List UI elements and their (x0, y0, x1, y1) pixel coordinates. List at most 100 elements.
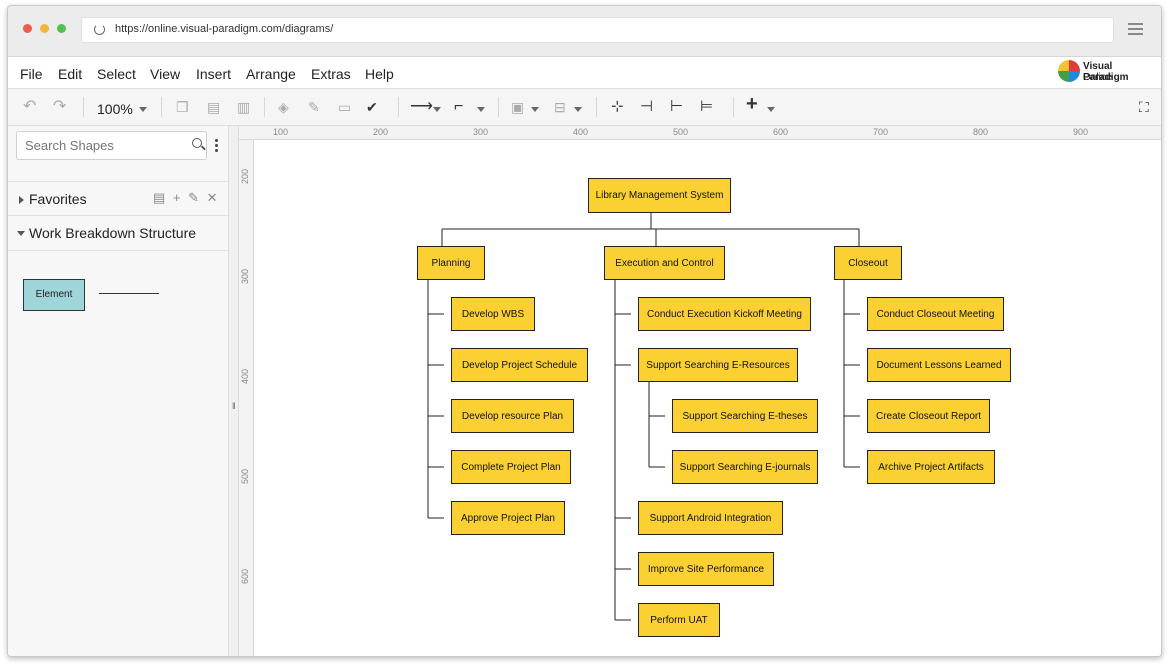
panel-splitter[interactable]: ‖ (229, 126, 239, 656)
menu-insert[interactable]: Insert (196, 66, 231, 82)
menu-edit[interactable]: Edit (58, 66, 82, 82)
edit-icon[interactable]: ✎ (188, 190, 199, 205)
close-window-button[interactable] (23, 24, 32, 33)
minimize-window-button[interactable] (40, 24, 49, 33)
menu-help[interactable]: Help (365, 66, 394, 82)
visual-paradigm-logo: Visual Paradigm Online (1058, 60, 1158, 86)
connector-style-dropdown-icon[interactable] (433, 107, 441, 112)
expand-favorites-icon[interactable] (19, 196, 24, 204)
wbs-node-archive-project-artifacts[interactable]: Archive Project Artifacts (867, 450, 995, 484)
collapse-wbs-icon[interactable] (17, 231, 25, 236)
wbs-node-planning[interactable]: Planning (417, 246, 485, 280)
ruler-label: 300 (473, 127, 489, 137)
spacing-icon[interactable]: ⊨ (700, 98, 713, 116)
wbs-section[interactable]: Work Breakdown Structure (8, 215, 228, 251)
ruler-label: 400 (240, 368, 250, 384)
wbs-node-approve-project-plan[interactable]: Approve Project Plan (451, 501, 565, 535)
copy-icon[interactable]: ❐ (176, 98, 189, 116)
add-icon[interactable]: + (746, 94, 758, 114)
more-options-icon[interactable] (215, 139, 218, 154)
wbs-node-support-android-integration[interactable]: Support Android Integration (638, 501, 783, 535)
toolbar-divider (161, 97, 162, 117)
wbs-node-develop-wbs[interactable]: Develop WBS (451, 297, 535, 331)
ruler-label: 700 (873, 127, 889, 137)
wbs-root-node[interactable]: Library Management System (588, 178, 731, 213)
fullscreen-icon[interactable]: ⛶ (1139, 98, 1149, 116)
toolbar: ↶ ↷ 100% ❐ ▤ ▥ ◈ ✎ ▭ ✔ ⟶ ⌐ ▣ ⊟ ⊹ ⊣ ⊢ ⊨ +… (8, 89, 1161, 126)
redo-icon[interactable]: ↷ (53, 98, 66, 116)
align-dropdown-icon[interactable] (574, 107, 582, 112)
wbs-node-improve-site-performance[interactable]: Improve Site Performance (638, 552, 774, 586)
distribute-vertical-icon[interactable]: ⊢ (670, 98, 683, 116)
ruler-label: 600 (240, 568, 250, 584)
reload-icon[interactable] (94, 24, 105, 35)
browser-window: https://online.visual-paradigm.com/diagr… (7, 5, 1162, 657)
wbs-node-execution-and-control[interactable]: Execution and Control (604, 246, 725, 280)
zoom-level[interactable]: 100% (97, 101, 133, 117)
wbs-node-closeout[interactable]: Closeout (834, 246, 902, 280)
ruler-label: 500 (673, 127, 689, 137)
search-icon[interactable] (192, 138, 202, 148)
undo-icon[interactable]: ↶ (23, 98, 36, 116)
wbs-node-perform-uat[interactable]: Perform UAT (638, 603, 720, 637)
menu-extras[interactable]: Extras (311, 66, 351, 82)
paste-icon[interactable]: ▤ (207, 98, 220, 116)
ruler-label: 100 (273, 127, 289, 137)
ruler-label: 300 (240, 268, 250, 284)
distribute-horizontal-icon[interactable]: ⊣ (640, 98, 653, 116)
add-dropdown-icon[interactable] (767, 107, 775, 112)
menu-file[interactable]: File (20, 66, 43, 82)
maximize-window-button[interactable] (57, 24, 66, 33)
wbs-node-conduct-execution-kickoff-meeting[interactable]: Conduct Execution Kickoff Meeting (638, 297, 811, 331)
shadow-icon[interactable]: ▭ (338, 98, 351, 116)
shape-library-panel: Favorites ▤ + ✎ ✕ Work Breakdown Structu… (8, 126, 229, 656)
wbs-node-complete-project-plan[interactable]: Complete Project Plan (451, 450, 571, 484)
fit-selection-icon[interactable]: ⊹ (611, 98, 624, 116)
wbs-node-support-searching-e-resources[interactable]: Support Searching E-Resources (638, 348, 798, 382)
delete-icon[interactable]: ▥ (237, 98, 250, 116)
wbs-node-develop-resource-plan[interactable]: Develop resource Plan (451, 399, 574, 433)
splitter-handle-icon[interactable]: ‖ (232, 401, 236, 411)
new-library-icon[interactable]: ▤ (153, 190, 165, 205)
wbs-label: Work Breakdown Structure (29, 225, 197, 241)
horizontal-ruler: 100 200 300 400 500 600 700 800 900 (239, 126, 1161, 140)
wbs-node-conduct-closeout-meeting[interactable]: Conduct Closeout Meeting (867, 297, 1004, 331)
wbs-node-support-searching-e-theses[interactable]: Support Searching E-theses (672, 399, 818, 433)
wbs-node-develop-project-schedule[interactable]: Develop Project Schedule (451, 348, 588, 382)
wbs-node-create-closeout-report[interactable]: Create Closeout Report (867, 399, 990, 433)
ruler-label: 200 (240, 168, 250, 184)
ruler-label: 400 (573, 127, 589, 137)
diagram-canvas[interactable]: Library Management System Planning Execu… (254, 140, 1161, 656)
align-icon[interactable]: ⊟ (554, 98, 566, 116)
menu-select[interactable]: Select (97, 66, 136, 82)
add-shape-icon[interactable]: + (173, 190, 181, 205)
connector-style-icon[interactable]: ⟶ (410, 98, 433, 116)
menu-arrange[interactable]: Arrange (246, 66, 296, 82)
connector-shape[interactable] (99, 293, 159, 294)
wbs-node-support-searching-e-journals[interactable]: Support Searching E-journals (672, 450, 818, 484)
toolbar-divider (398, 97, 399, 117)
address-bar[interactable]: https://online.visual-paradigm.com/diagr… (81, 17, 1114, 43)
wbs-node-document-lessons-learned[interactable]: Document Lessons Learned (867, 348, 1011, 382)
toolbar-divider (83, 97, 84, 117)
favorites-section[interactable]: Favorites ▤ + ✎ ✕ (8, 181, 228, 216)
search-shapes-input[interactable] (16, 131, 207, 160)
logo-icon (1058, 60, 1080, 82)
waypoint-style-dropdown-icon[interactable] (477, 107, 485, 112)
format-painter-icon[interactable]: ✔ (366, 98, 378, 116)
element-shape[interactable]: Element (23, 279, 85, 311)
ruler-label: 900 (1073, 127, 1089, 137)
vertical-ruler: 200 300 400 500 600 (239, 140, 254, 656)
arrange-order-icon[interactable]: ▣ (511, 98, 524, 116)
arrange-order-dropdown-icon[interactable] (531, 107, 539, 112)
browser-menu-icon[interactable] (1128, 23, 1143, 38)
menu-view[interactable]: View (150, 66, 180, 82)
menu-bar: File Edit Select View Insert Arrange Ext… (8, 57, 1161, 89)
fill-color-icon[interactable]: ◈ (278, 98, 289, 116)
close-icon[interactable]: ✕ (207, 190, 218, 205)
line-color-icon[interactable]: ✎ (308, 98, 320, 116)
zoom-dropdown-icon[interactable] (139, 107, 147, 112)
ruler-label: 600 (773, 127, 789, 137)
toolbar-divider (596, 97, 597, 117)
waypoint-style-icon[interactable]: ⌐ (454, 98, 463, 116)
